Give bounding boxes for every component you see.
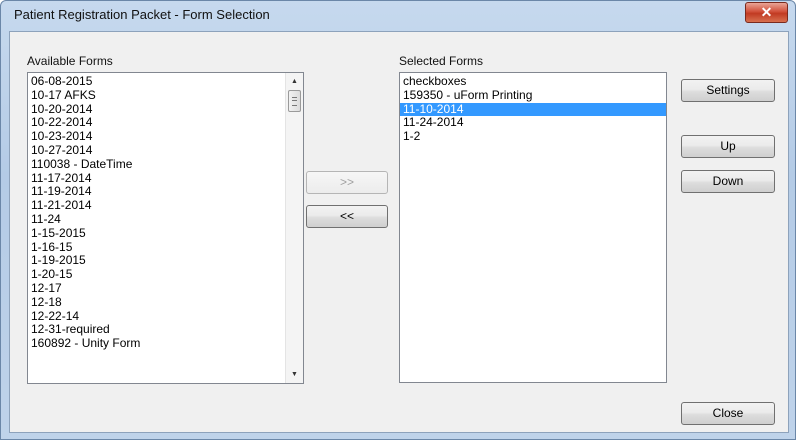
list-item[interactable]: 10-17 AFKS [28, 88, 285, 103]
list-item[interactable]: 1-15-2015 [28, 226, 285, 241]
list-item[interactable]: 1-20-15 [28, 267, 285, 282]
list-item[interactable]: 11-24 [28, 212, 285, 227]
list-item[interactable]: 1-2 [400, 129, 666, 144]
move-down-button[interactable]: Down [681, 170, 775, 193]
scroll-thumb[interactable] [288, 90, 301, 112]
settings-button[interactable]: Settings [681, 79, 775, 102]
list-item[interactable]: 12-18 [28, 295, 285, 310]
list-item[interactable]: checkboxes [400, 74, 666, 89]
dialog-window: Patient Registration Packet - Form Selec… [0, 0, 796, 440]
close-icon: ✕ [760, 4, 773, 20]
list-item[interactable]: 06-08-2015 [28, 74, 285, 89]
list-item[interactable]: 11-19-2014 [28, 185, 285, 199]
list-item[interactable]: 10-27-2014 [28, 143, 285, 158]
move-up-button[interactable]: Up [681, 135, 775, 158]
available-forms-label: Available Forms [27, 54, 113, 68]
window-title: Patient Registration Packet - Form Selec… [14, 7, 270, 22]
list-item[interactable]: 12-31-required [28, 323, 285, 337]
dialog-body: Available Forms 06-08-2015 10-17 AFKS 10-2… [9, 31, 789, 433]
list-item[interactable]: 10-22-2014 [28, 116, 285, 130]
list-item[interactable]: 12-22-14 [28, 309, 285, 324]
list-item[interactable]: 159350 - uForm Printing [400, 88, 666, 103]
selected-forms-list[interactable]: checkboxes 159350 - uForm Printing 11-10-2… [399, 72, 667, 383]
selected-forms-label: Selected Forms [399, 54, 484, 68]
remove-form-button[interactable]: << [306, 205, 388, 228]
close-button[interactable]: Close [681, 402, 775, 425]
list-item[interactable]: 10-23-2014 [28, 129, 285, 144]
scroll-down-icon[interactable]: ▼ [286, 366, 303, 383]
list-item[interactable]: 1-16-15 [28, 240, 285, 255]
list-item[interactable]: 11-17-2014 [28, 171, 285, 186]
add-form-button[interactable]: >> [306, 171, 388, 194]
list-item[interactable]: 11-21-2014 [28, 198, 285, 213]
list-item[interactable]: 1-19-2015 [28, 254, 285, 268]
list-item[interactable]: 110038 - DateTime [28, 157, 285, 172]
list-item[interactable]: 11-24-2014 [400, 116, 666, 130]
available-forms-list[interactable]: 06-08-2015 10-17 AFKS 10-20-2014 10-22-2014… [27, 72, 304, 384]
list-item[interactable]: 10-20-2014 [28, 102, 285, 117]
list-item[interactable]: 160892 - Unity Form [28, 336, 285, 351]
list-item[interactable]: 12-17 [28, 281, 285, 296]
list-item[interactable]: 11-10-2014 [400, 102, 666, 117]
title-bar[interactable]: Patient Registration Packet - Form Selec… [1, 1, 795, 27]
scroll-up-icon[interactable]: ▲ [286, 73, 303, 90]
available-forms-scrollbar[interactable]: ▲ ▼ [285, 73, 303, 383]
window-close-button[interactable]: ✕ [745, 2, 788, 23]
